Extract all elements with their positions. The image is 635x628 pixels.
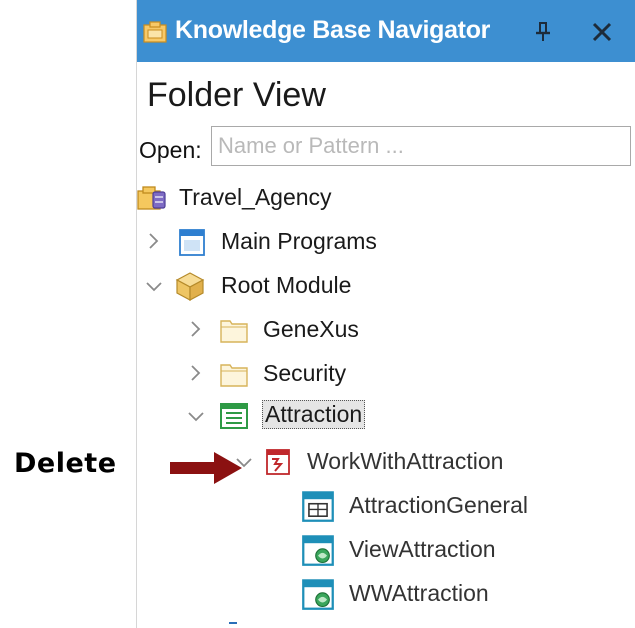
module-box-icon xyxy=(175,272,205,301)
open-search-input[interactable] xyxy=(211,126,631,166)
tree-label-attractiongeneral: AttractionGeneral xyxy=(349,492,528,518)
tree-label-security: Security xyxy=(263,360,347,386)
tree-item-viewattraction[interactable]: ViewAttraction xyxy=(137,530,557,570)
tree-item-security[interactable]: Security xyxy=(137,354,497,394)
web-panel-icon xyxy=(302,535,334,566)
tree-label-main-programs: Main Programs xyxy=(221,228,377,254)
knowledge-base-navigator-panel: Knowledge Base Navigator Folder View Ope… xyxy=(136,0,635,628)
tree-label-viewattraction: ViewAttraction xyxy=(349,536,496,562)
arrow-right-icon xyxy=(170,452,242,484)
chevron-down-icon[interactable] xyxy=(143,280,165,294)
web-component-icon xyxy=(302,491,334,522)
open-label: Open: xyxy=(139,137,202,163)
folder-view-heading: Folder View xyxy=(147,76,326,114)
folder-icon xyxy=(220,364,248,387)
web-panel-icon xyxy=(302,579,334,610)
transaction-icon xyxy=(220,403,248,429)
tree-item-travel-agency[interactable]: Travel_Agency xyxy=(137,178,437,218)
tree-item-main-programs[interactable]: Main Programs xyxy=(137,222,497,262)
tree-cutoff-mark xyxy=(229,622,237,624)
knowledge-base-icon xyxy=(143,21,167,43)
chevron-right-icon[interactable] xyxy=(189,362,203,384)
chevron-right-icon[interactable] xyxy=(189,318,203,340)
folder-icon xyxy=(220,320,248,343)
work-with-pattern-icon xyxy=(266,449,290,475)
tree-item-genexus[interactable]: GeneXus xyxy=(137,310,497,350)
tree-label-root-module: Root Module xyxy=(221,272,352,298)
tree-label-wwattraction: WWAttraction xyxy=(349,580,489,606)
tree-item-wwattraction[interactable]: WWAttraction xyxy=(137,574,557,614)
tree-item-attractiongeneral[interactable]: AttractionGeneral xyxy=(137,486,557,526)
tree-label-workwithattraction: WorkWithAttraction xyxy=(307,448,504,474)
delete-annotation-label: Delete xyxy=(14,448,117,479)
main-programs-icon xyxy=(179,229,205,256)
knowledge-base-icon xyxy=(137,186,166,210)
panel-titlebar: Knowledge Base Navigator xyxy=(137,0,635,62)
tree-item-attraction[interactable]: Attraction xyxy=(137,396,497,436)
chevron-down-icon[interactable] xyxy=(185,410,207,424)
tree-label-attraction: Attraction xyxy=(262,400,366,429)
close-icon[interactable] xyxy=(589,19,615,45)
pin-icon[interactable] xyxy=(533,20,553,44)
panel-title: Knowledge Base Navigator xyxy=(175,16,491,44)
tree-label-travel-agency: Travel_Agency xyxy=(179,184,332,210)
tree-label-genexus: GeneXus xyxy=(263,316,359,342)
tree-item-root-module[interactable]: Root Module xyxy=(137,266,497,306)
chevron-right-icon[interactable] xyxy=(147,230,161,252)
